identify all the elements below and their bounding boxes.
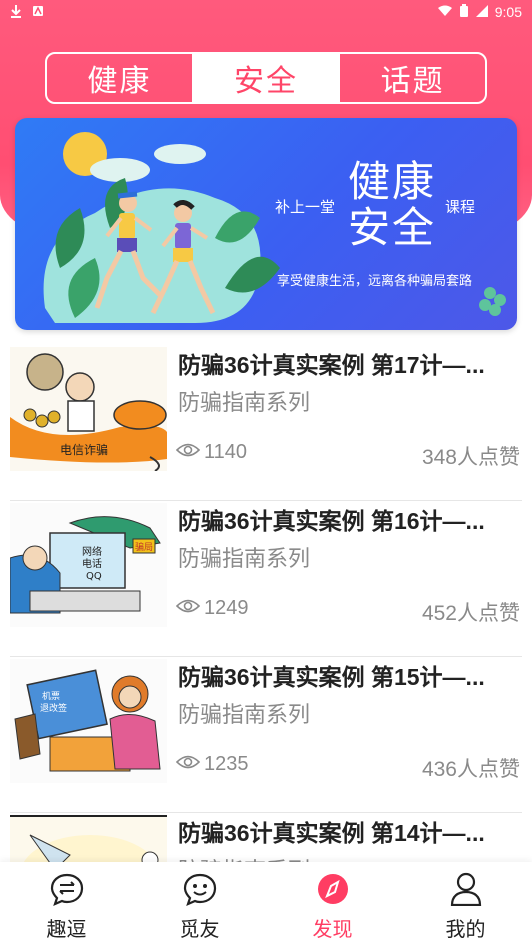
status-bar: 9:05 <box>0 0 532 24</box>
thumb-label-scam: 骗局 <box>135 541 153 553</box>
article-item[interactable]: 电信诈骗 防骗36计真实案例 第17计—... 防骗指南系列 1140 348人… <box>10 345 522 501</box>
article-item[interactable]: 机票 退改签 防骗36计真实案例 第15计—... 防骗指南系列 1235 43… <box>10 657 522 813</box>
banner-title-line1: 健康 <box>348 158 437 205</box>
tab-topics[interactable]: 话题 <box>338 54 485 102</box>
compass-icon <box>315 872 351 911</box>
tab-health[interactable]: 健康 <box>47 54 192 102</box>
article-thumbnail: 网络 电话 QQ 骗局 <box>10 503 167 627</box>
chat-heart-icon <box>49 872 85 911</box>
thumb-label-fraud: 电信诈骗 <box>60 442 108 457</box>
banner-left-text: 补上一堂 <box>275 199 336 216</box>
bottom-tab-bar: 趣逗 觅友 发现 我的 <box>0 862 532 944</box>
eye-icon <box>175 597 201 620</box>
wifi-icon <box>437 4 453 20</box>
battery-icon <box>459 3 469 21</box>
article-thumbnail: 机票 退改签 <box>10 659 167 783</box>
tab-mine[interactable]: 我的 <box>399 862 532 944</box>
banner-subtitle: 享受健康生活，远离各种骗局套路 <box>277 273 473 288</box>
like-count: 452人点赞 <box>421 602 520 625</box>
article-title: 防骗36计真实案例 第14计—... <box>178 820 485 846</box>
app-notification-icon <box>32 5 44 20</box>
article-series: 防骗指南系列 <box>178 702 311 727</box>
banner-illustration <box>43 132 506 323</box>
article-title: 防骗36计真实案例 第17计—... <box>178 352 485 378</box>
view-count-value: 1140 <box>204 441 248 463</box>
user-icon <box>448 872 484 911</box>
promo-banner[interactable]: 补上一堂 健康 安全 课程 享受健康生活，远离各种骗局套路 <box>15 118 517 330</box>
tab-safety[interactable]: 安全 <box>191 54 339 102</box>
banner-title-line2: 安全 <box>348 204 437 251</box>
category-segmented-control: 健康 安全 话题 <box>45 52 487 104</box>
banner-right-text: 课程 <box>445 199 476 216</box>
tab-label: 我的 <box>445 919 486 941</box>
article-thumbnail: 电信诈骗 <box>10 347 167 471</box>
smile-bubble-icon <box>182 872 218 911</box>
tab-label: 发现 <box>312 919 353 941</box>
article-title: 防骗36计真实案例 第15计—... <box>178 664 485 690</box>
article-item[interactable]: 网络 电话 QQ 骗局 防骗36计真实案例 第16计—... 防骗指南系列 12… <box>10 501 522 657</box>
thumb-label-qq: QQ <box>86 571 102 582</box>
tab-label: 趣逗 <box>46 919 87 941</box>
view-count-value: 1235 <box>204 753 249 775</box>
status-time: 9:05 <box>494 4 522 20</box>
tab-qudou[interactable]: 趣逗 <box>0 862 133 944</box>
thumb-label-network: 网络 <box>82 545 102 558</box>
thumb-label-ticket: 机票 <box>42 690 60 702</box>
tab-label: 觅友 <box>179 919 220 941</box>
view-count-value: 1249 <box>204 597 249 619</box>
eye-icon <box>175 753 201 776</box>
thumb-label-phone: 电话 <box>82 557 102 570</box>
article-title: 防骗36计真实案例 第16计—... <box>178 508 485 534</box>
view-count: 1249 <box>175 597 249 620</box>
tab-mi-you[interactable]: 觅友 <box>133 862 266 944</box>
thumb-label-refund: 退改签 <box>40 702 67 714</box>
signal-icon <box>475 4 489 20</box>
like-count: 436人点赞 <box>421 758 520 781</box>
tab-discover[interactable]: 发现 <box>266 862 399 944</box>
article-series: 防骗指南系列 <box>178 390 311 415</box>
download-icon <box>10 4 22 21</box>
article-list: 电信诈骗 防骗36计真实案例 第17计—... 防骗指南系列 1140 348人… <box>10 345 522 944</box>
eye-icon <box>175 441 201 464</box>
view-count: 1140 <box>175 441 248 464</box>
view-count: 1235 <box>175 753 249 776</box>
like-count: 348人点赞 <box>421 446 520 469</box>
article-series: 防骗指南系列 <box>178 546 311 571</box>
